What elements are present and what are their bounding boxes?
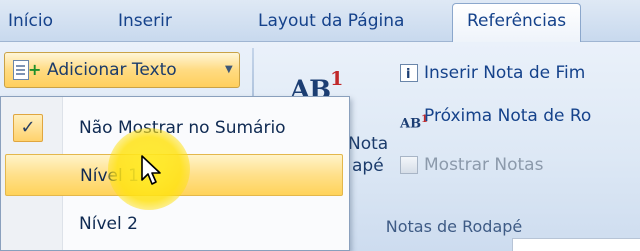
- tab-inicio[interactable]: Início: [8, 8, 53, 42]
- mouse-pointer-icon: [141, 155, 161, 185]
- add-text-icon: [13, 60, 29, 80]
- insert-footnote-label-line1[interactable]: Nota: [348, 134, 388, 154]
- plus-icon: +: [28, 60, 42, 79]
- tab-layout-da-pagina[interactable]: Layout da Página: [258, 8, 404, 42]
- next-footnote-label: Próxima Nota de Ro: [424, 106, 592, 126]
- show-notes-icon: [400, 156, 418, 174]
- document-page: [512, 238, 640, 251]
- menu-item-label: Nível 2: [79, 214, 138, 234]
- menu-item-nivel-2[interactable]: Nível 2: [1, 203, 349, 245]
- show-notes-label: Mostrar Notas: [424, 155, 544, 175]
- endnote-icon: [400, 62, 418, 88]
- ribbon-tab-strip: Início Inserir Layout da Página Referênc…: [0, 0, 640, 43]
- add-text-label: Adicionar Texto: [47, 60, 177, 80]
- chevron-down-icon: ▼: [225, 64, 233, 75]
- insert-footnote-label-line2[interactable]: apé: [352, 156, 384, 176]
- checkmark-icon: ✓: [13, 114, 43, 142]
- tab-inserir[interactable]: Inserir: [118, 8, 172, 42]
- menu-item-label: Não Mostrar no Sumário: [79, 118, 286, 138]
- insert-endnote-label: Inserir Nota de Fim: [424, 63, 586, 83]
- add-text-button[interactable]: + Adicionar Texto ▼: [4, 52, 240, 88]
- next-footnote-icon: AB1: [400, 114, 429, 132]
- tab-referencias[interactable]: Referências: [452, 3, 582, 43]
